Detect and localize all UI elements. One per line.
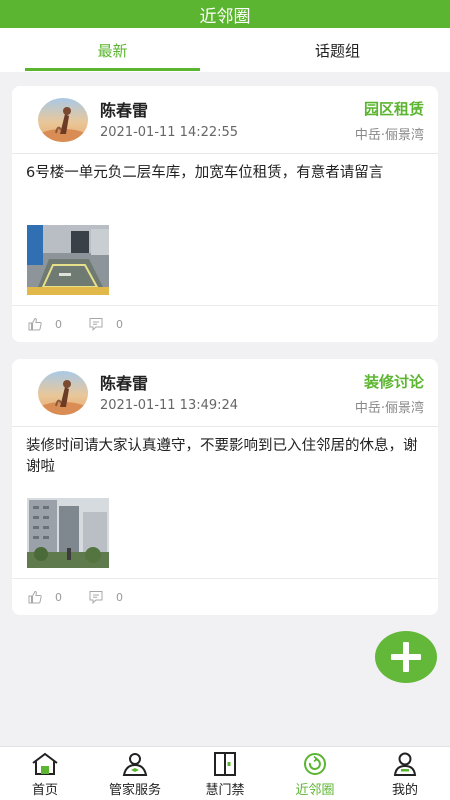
post-header: 陈春雷 2021-01-11 14:22:55 园区租赁 中岳·俪景湾 — [12, 86, 438, 154]
nav-smart-access[interactable]: 慧门禁 — [180, 747, 270, 800]
post-card[interactable]: 陈春雷 2021-01-11 14:22:55 园区租赁 中岳·俪景湾 6号楼一… — [12, 86, 438, 342]
post-time: 2021-01-11 14:22:55 — [100, 125, 239, 140]
home-icon — [32, 752, 58, 775]
like-count: 0 — [55, 317, 62, 331]
nav-profile-label: 我的 — [391, 783, 418, 798]
comment-count: 0 — [116, 317, 123, 331]
like-count: 0 — [55, 590, 62, 604]
tab-topic-groups-label: 话题组 — [314, 41, 360, 60]
post-image-buildings[interactable] — [27, 498, 109, 568]
post-header: 陈春雷 2021-01-11 13:49:24 装修讨论 中岳·俪景湾 — [12, 359, 438, 427]
community-location: 中岳·俪景湾 — [354, 128, 424, 143]
neighbor-circle-icon — [304, 753, 326, 775]
tab-latest[interactable]: 最新 — [0, 28, 225, 72]
nav-home[interactable]: 首页 — [0, 747, 90, 800]
nav-butler-service-label: 管家服务 — [108, 783, 161, 798]
door-icon — [214, 752, 236, 776]
post-time: 2021-01-11 13:49:24 — [100, 398, 239, 413]
post-actions: 0 0 — [12, 578, 438, 615]
comment-button[interactable]: 0 — [89, 590, 123, 604]
avatar[interactable] — [38, 98, 88, 142]
comment-button[interactable]: 0 — [89, 317, 123, 331]
nav-home-label: 首页 — [31, 783, 58, 798]
plus-icon — [391, 642, 421, 672]
tab-topic-groups[interactable]: 话题组 — [225, 28, 450, 72]
butler-icon — [122, 753, 148, 776]
post-content: 6号楼一单元负二层车库，加宽车位租赁，有意者请留言 — [26, 165, 384, 181]
nav-neighbor-circle[interactable]: 近邻圈 — [270, 747, 360, 800]
new-post-button[interactable] — [375, 631, 437, 683]
category-tag[interactable]: 装修讨论 — [364, 371, 424, 392]
like-button[interactable]: 0 — [28, 317, 62, 331]
post-actions: 0 0 — [12, 305, 438, 342]
comment-icon — [89, 591, 103, 604]
category-tag[interactable]: 园区租赁 — [364, 98, 424, 119]
thumbs-up-icon — [28, 317, 42, 331]
author-name[interactable]: 陈春雷 — [100, 370, 148, 394]
post-content: 装修时间请大家认真遵守，不要影响到已入住邻居的休息，谢谢啦 — [26, 438, 418, 475]
author-name[interactable]: 陈春雷 — [100, 97, 148, 121]
nav-smart-access-label: 慧门禁 — [205, 783, 245, 798]
nav-butler-service[interactable]: 管家服务 — [90, 747, 180, 800]
like-button[interactable]: 0 — [28, 590, 62, 604]
tab-latest-label: 最新 — [97, 41, 128, 60]
nav-neighbor-circle-label: 近邻圈 — [295, 783, 335, 798]
avatar[interactable] — [38, 371, 88, 415]
community-location: 中岳·俪景湾 — [354, 401, 424, 416]
post-card[interactable]: 陈春雷 2021-01-11 13:49:24 装修讨论 中岳·俪景湾 装修时间… — [12, 359, 438, 615]
bottom-navigation: 首页 管家服务 慧门禁 近邻圈 我的 — [0, 746, 450, 800]
tab-bar: 最新 话题组 — [0, 28, 450, 72]
comment-icon — [89, 318, 103, 331]
thumbs-up-icon — [28, 590, 42, 604]
nav-profile[interactable]: 我的 — [360, 747, 450, 800]
page-title: 近邻圈 — [199, 6, 251, 27]
profile-icon — [393, 752, 417, 776]
post-image-parking[interactable] — [27, 225, 109, 295]
app-header: 近邻圈 — [0, 0, 450, 28]
comment-count: 0 — [116, 590, 123, 604]
